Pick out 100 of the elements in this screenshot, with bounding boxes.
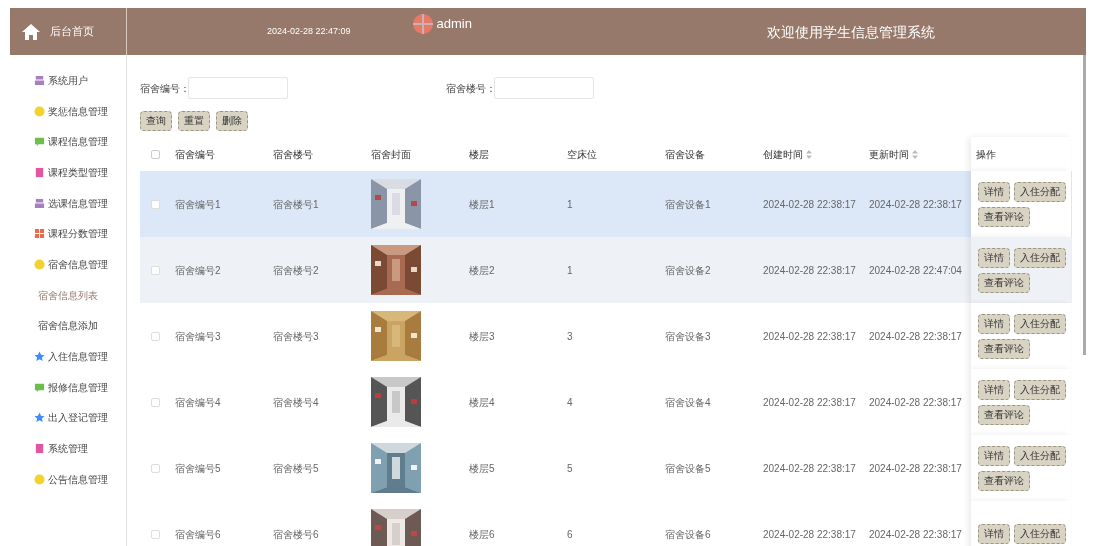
table-cell: 2024-02-28 22:38:17 <box>763 330 856 342</box>
table-cell: 宿舍设备1 <box>665 198 711 210</box>
row-checkbox[interactable] <box>150 199 160 209</box>
action-button[interactable]: 查看评论 <box>978 470 1030 491</box>
table-cell: 2024-02-28 22:38:17 <box>763 528 856 540</box>
action-button[interactable]: 详情 <box>978 445 1010 466</box>
sidebar-item[interactable]: 课程分数管理 <box>10 218 126 250</box>
action-button[interactable]: 重置 <box>178 111 210 131</box>
row-checkbox[interactable] <box>150 397 160 407</box>
sidebar-item[interactable]: 课程类型管理 <box>10 157 126 188</box>
row-checkbox[interactable] <box>150 265 160 275</box>
sidebar-item[interactable]: 课程信息管理 <box>10 126 126 158</box>
sidebar-item[interactable]: 系统管理 <box>10 433 126 464</box>
table-cell: 2024-02-28 22:38:17 <box>763 198 856 210</box>
table-cell: 2024-02-28 22:38:17 <box>763 462 856 474</box>
sidebar-item[interactable]: 宿舍信息列表 <box>10 279 126 311</box>
table-cell: 宿舍楼号4 <box>273 396 319 408</box>
action-button[interactable]: 入住分配 <box>1014 247 1066 268</box>
action-button[interactable]: 查看评论 <box>978 404 1030 425</box>
action-button[interactable]: 入住分配 <box>1014 445 1066 466</box>
table-cell: 宿舍编号2 <box>175 264 221 276</box>
sidebar-item[interactable]: 出入登记管理 <box>10 402 126 434</box>
action-button[interactable]: 入住分配 <box>1014 379 1066 400</box>
action-button[interactable]: 详情 <box>978 313 1010 334</box>
table-cell: 宿舍设备5 <box>665 462 711 474</box>
column-header: 空床位 <box>567 147 597 162</box>
sidebar-item[interactable]: 奖惩信息管理 <box>10 95 126 127</box>
table-cell: 楼层2 <box>469 264 495 276</box>
table-cell: 楼层5 <box>469 462 495 474</box>
row-checkbox[interactable] <box>150 331 160 341</box>
table-cell: 4 <box>567 396 573 408</box>
home-icon <box>22 23 40 40</box>
field-label: 宿舍编号： <box>140 81 188 96</box>
table-cell: 宿舍楼号3 <box>273 330 319 342</box>
column-header: 操作 <box>976 147 996 162</box>
sidebar-item[interactable]: 宿舍信息管理 <box>10 249 126 280</box>
table-cell: 6 <box>567 528 573 540</box>
username: admin <box>436 15 472 34</box>
table-cell: 宿舍编号3 <box>175 330 221 342</box>
row-checkbox[interactable] <box>150 529 160 539</box>
action-button[interactable]: 查询 <box>140 111 172 131</box>
row-checkbox[interactable] <box>150 463 160 473</box>
sidebar-item[interactable]: 入住信息管理 <box>10 341 126 372</box>
home-link[interactable]: 后台首页 <box>50 23 94 40</box>
avatar-icon[interactable] <box>412 14 433 34</box>
table-cell: 宿舍编号1 <box>175 198 221 210</box>
table-cell: 楼层4 <box>469 396 495 408</box>
sidebar-item[interactable]: 报修信息管理 <box>10 371 126 403</box>
column-header: 宿舍封面 <box>371 147 411 162</box>
sidebar-item[interactable]: 系统用户 <box>10 65 126 96</box>
search-field[interactable] <box>188 77 288 99</box>
table-cell: 宿舍楼号6 <box>273 528 319 540</box>
table-cell: 2024-02-28 22:38:17 <box>869 198 962 210</box>
table-cell: 宿舍编号6 <box>175 528 221 540</box>
sidebar-item[interactable]: 公告信息管理 <box>10 463 126 495</box>
column-header: 更新时间 <box>869 147 909 162</box>
table-cell: 2024-02-28 22:38:17 <box>869 396 962 408</box>
scrollbar[interactable] <box>1083 55 1086 355</box>
table-cell: 2024-02-28 22:38:17 <box>763 396 856 408</box>
table-cell: 宿舍编号4 <box>175 396 221 408</box>
table-cell: 2024-02-28 22:38:17 <box>763 264 856 276</box>
action-button[interactable]: 查看评论 <box>978 272 1030 293</box>
table-cell: 宿舍编号5 <box>175 462 221 474</box>
action-button[interactable]: 详情 <box>978 524 1010 544</box>
table-cell: 1 <box>567 198 573 210</box>
sidebar-item[interactable]: 选课信息管理 <box>10 187 126 219</box>
column-header: 宿舍楼号 <box>273 147 313 162</box>
system-title: 欢迎使用学生信息管理系统 <box>767 23 935 42</box>
action-button[interactable]: 查看评论 <box>978 206 1030 227</box>
action-button[interactable]: 入住分配 <box>1014 313 1066 334</box>
table-cell: 宿舍设备4 <box>665 396 711 408</box>
column-header: 楼层 <box>469 147 489 162</box>
column-header: 创建时间 <box>763 147 803 162</box>
table-row[interactable]: 宿舍编号1 宿舍楼号1 楼层1 1 宿舍设备1 2024-02-28 22:38:17 2024-02-28 22:38:17 详情 入住分配 查看评论 <box>140 171 1072 237</box>
table-row[interactable]: 宿舍编号2 宿舍楼号2 楼层2 1 宿舍设备2 2024-02-28 22:38:17 2024-02-28 22:47:04 详情 入住分配 查看评论 <box>140 237 1072 303</box>
search-field[interactable] <box>494 77 594 99</box>
table-cell: 2024-02-28 22:38:17 <box>869 528 962 540</box>
action-button[interactable]: 查看评论 <box>978 338 1030 359</box>
table-cell: 1 <box>567 264 573 276</box>
column-header: 宿舍编号 <box>175 147 215 162</box>
table-cell: 2024-02-28 22:38:17 <box>869 462 962 474</box>
table-cell: 楼层3 <box>469 330 495 342</box>
action-button[interactable]: 入住分配 <box>1014 181 1066 202</box>
current-datetime: 2024-02-28 22:47:09 <box>267 24 351 38</box>
table-cell: 宿舍设备3 <box>665 330 711 342</box>
table-cell: 宿舍设备2 <box>665 264 711 276</box>
table-cell: 楼层6 <box>469 528 495 540</box>
table-cell: 宿舍楼号1 <box>273 198 319 210</box>
action-button[interactable]: 入住分配 <box>1014 524 1066 544</box>
table-cell: 宿舍楼号2 <box>273 264 319 276</box>
column-header: 宿舍设备 <box>665 147 705 162</box>
table-cell: 3 <box>567 330 573 342</box>
action-button[interactable]: 详情 <box>978 247 1010 268</box>
action-button[interactable]: 删除 <box>216 111 248 131</box>
table-cell: 楼层1 <box>469 198 495 210</box>
action-button[interactable]: 详情 <box>978 379 1010 400</box>
table-cell: 2024-02-28 22:38:17 <box>869 330 962 342</box>
action-button[interactable]: 详情 <box>978 181 1010 202</box>
sidebar-item[interactable]: 宿舍信息添加 <box>10 310 126 342</box>
select-all-checkbox[interactable] <box>150 149 160 159</box>
